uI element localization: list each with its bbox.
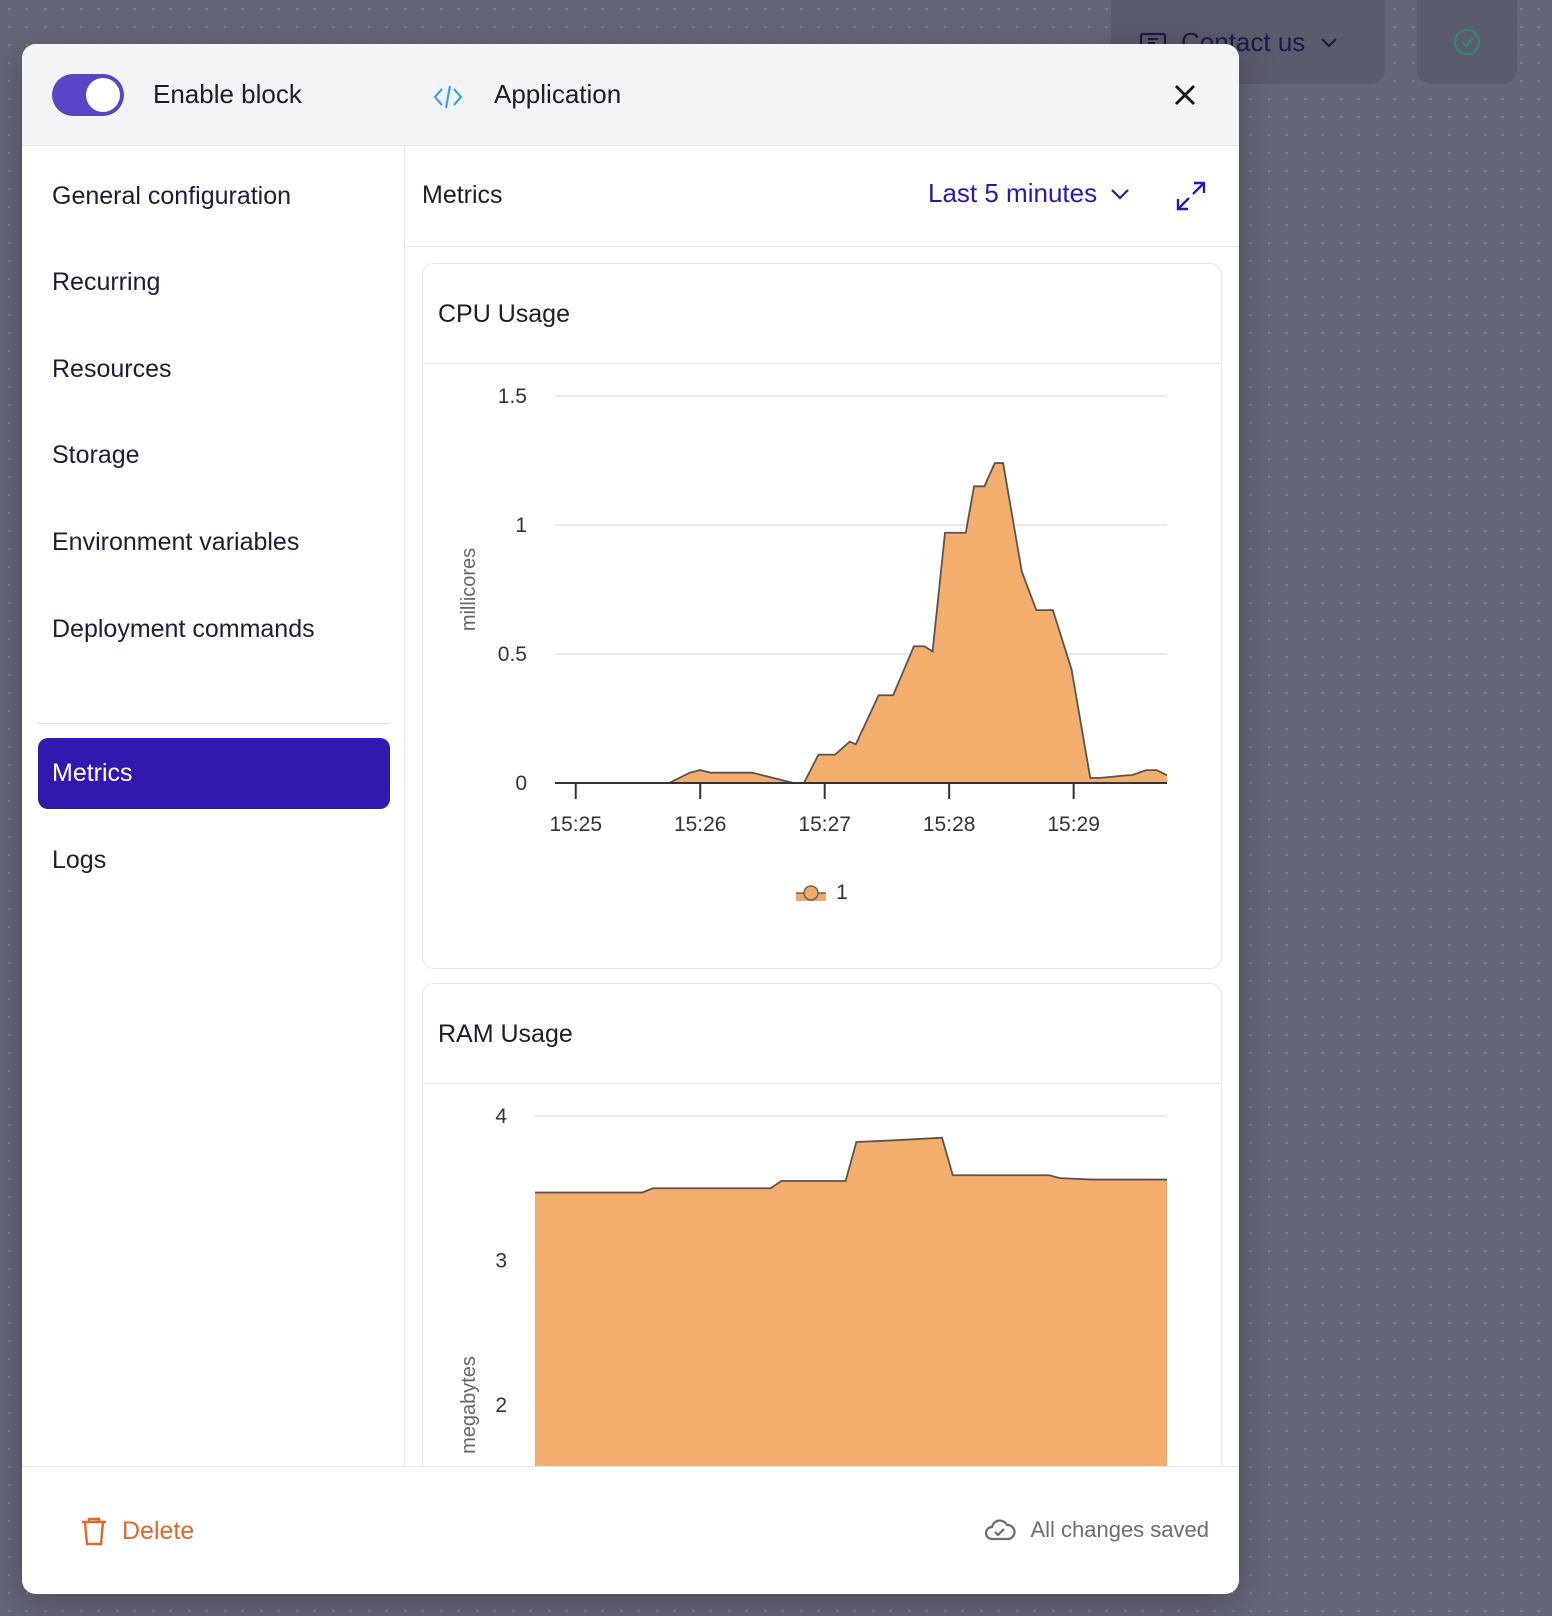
enable-block-toggle[interactable] <box>52 74 124 116</box>
enable-block-label: Enable block <box>153 79 302 109</box>
x-tick-label: 15:25 <box>549 813 602 836</box>
trash-icon <box>82 1517 106 1546</box>
y-tick-label: 0.5 <box>498 643 527 666</box>
cloud-check-icon <box>985 1519 1017 1541</box>
modal-footer: Delete All changes saved <box>22 1466 1239 1594</box>
area-series-fill <box>535 1137 1167 1469</box>
close-icon[interactable] <box>1172 82 1198 108</box>
time-range-select[interactable]: Last 5 minutes <box>928 178 1131 209</box>
y-tick-label: 4 <box>495 1105 507 1128</box>
delete-label: Delete <box>122 1516 195 1545</box>
y-axis-label: megabytes <box>458 1356 480 1454</box>
y-tick-label: 1.5 <box>498 385 527 408</box>
time-range-label: Last 5 minutes <box>928 178 1098 208</box>
sidebar-item-recurring[interactable]: Recurring <box>52 262 160 302</box>
modal-header: Enable block Application <box>22 44 1239 146</box>
sidebar-item-storage[interactable]: Storage <box>52 435 140 475</box>
y-axis-label: millicores <box>458 548 480 631</box>
sidebar-item-environment-variables[interactable]: Environment variables <box>52 522 299 562</box>
y-tick-label: 0 <box>515 772 527 795</box>
x-tick-label: 15:27 <box>798 813 851 836</box>
save-status-label: All changes saved <box>1030 1517 1209 1542</box>
chevron-down-icon <box>1321 38 1338 48</box>
chevron-down-icon <box>1111 188 1129 200</box>
sidebar-item-general-configuration[interactable]: General configuration <box>52 176 291 216</box>
toggle-knob <box>86 78 120 112</box>
x-tick-label: 15:28 <box>923 813 976 836</box>
legend-marker-icon <box>796 885 827 901</box>
code-icon <box>433 85 463 109</box>
sidebar-item-logs[interactable]: Logs <box>52 840 106 880</box>
x-tick-label: 15:29 <box>1047 813 1100 836</box>
legend-label: 1 <box>836 881 848 904</box>
sidebar-item-metrics[interactable]: Metrics <box>38 738 390 809</box>
sidebar-item-deployment-commands[interactable]: Deployment commands <box>52 609 315 649</box>
y-tick-label: 3 <box>495 1250 507 1273</box>
cpu-legend[interactable]: 1 <box>423 881 1221 905</box>
check-circle-icon <box>1454 29 1480 55</box>
metrics-title: Metrics <box>422 181 503 209</box>
metrics-header: Metrics Last 5 minutes <box>406 147 1239 247</box>
sidebar-item-resources[interactable]: Resources <box>52 349 172 389</box>
application-title: Application <box>494 79 622 109</box>
sidebar-divider <box>38 723 390 724</box>
y-tick-label: 1 <box>515 514 527 537</box>
settings-sidebar: General configuration Recurring Resource… <box>22 147 405 1469</box>
save-status: All changes saved <box>984 1517 1209 1543</box>
delete-button[interactable]: Delete <box>80 1515 194 1547</box>
block-settings-modal: Enable block Application General configu… <box>22 44 1239 1594</box>
ram-usage-card: RAM Usage 1234megabytes <box>422 983 1222 1469</box>
status-check-button[interactable] <box>1417 0 1517 84</box>
cpu-usage-chart: 0 0.5 1 1.5 millicores 15:25 15:26 15:27 15:28 15… <box>458 385 1168 836</box>
metrics-panel: Metrics Last 5 minutes CPU Usage 0 0.5 1 1.… <box>406 147 1239 1469</box>
ram-usage-chart: 1234megabytes <box>458 1105 1167 1469</box>
expand-icon[interactable] <box>1174 179 1208 213</box>
x-tick-label: 15:26 <box>674 813 727 836</box>
cpu-usage-card: CPU Usage 0 0.5 1 1.5 millicores 15:25 15:26 15… <box>422 263 1222 969</box>
y-tick-label: 2 <box>495 1394 507 1417</box>
